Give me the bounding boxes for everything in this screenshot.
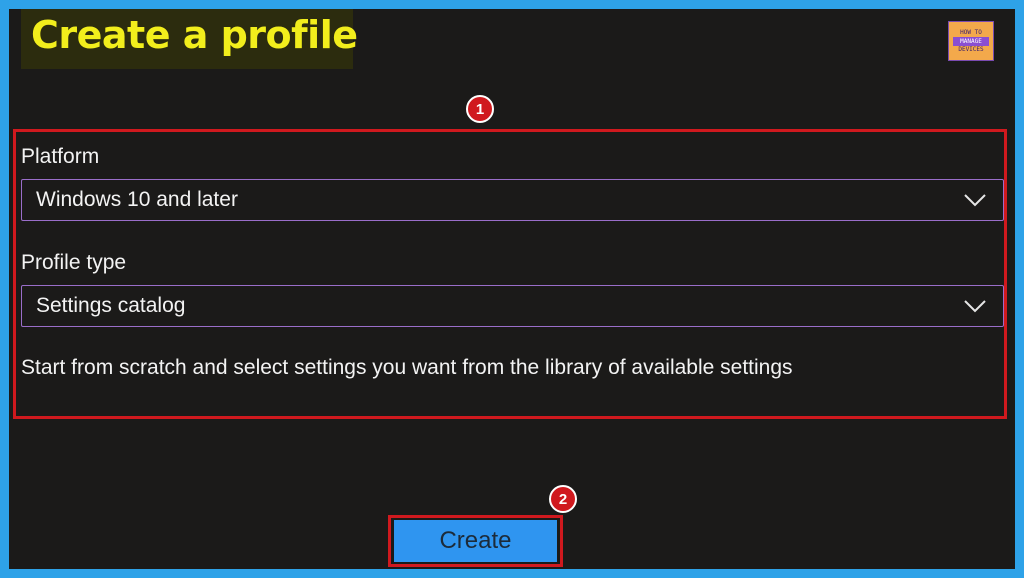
chevron-down-icon [964,300,986,313]
logo-line-3: DEVICES [958,46,984,53]
platform-label: Platform [21,145,100,168]
profile-type-dropdown[interactable]: Settings catalog [21,285,1004,327]
create-profile-panel: Create a profile HOW TO MANAGE DEVICES 1… [9,9,1015,569]
platform-dropdown[interactable]: Windows 10 and later [21,179,1004,221]
profile-type-description: Start from scratch and select settings y… [21,356,793,379]
title-highlight: Create a profile [21,9,358,69]
page-title: Create a profile [31,13,358,57]
profile-type-label: Profile type [21,251,127,274]
step-badge-2: 2 [549,485,577,513]
create-button[interactable]: Create [394,520,557,562]
profile-type-value: Settings catalog [36,294,186,317]
brand-logo: HOW TO MANAGE DEVICES [948,21,994,61]
logo-line-1: HOW TO [960,29,982,36]
chevron-down-icon [964,194,986,207]
step-badge-1: 1 [466,95,494,123]
platform-value: Windows 10 and later [36,188,238,211]
logo-line-2: MANAGE [953,37,989,46]
